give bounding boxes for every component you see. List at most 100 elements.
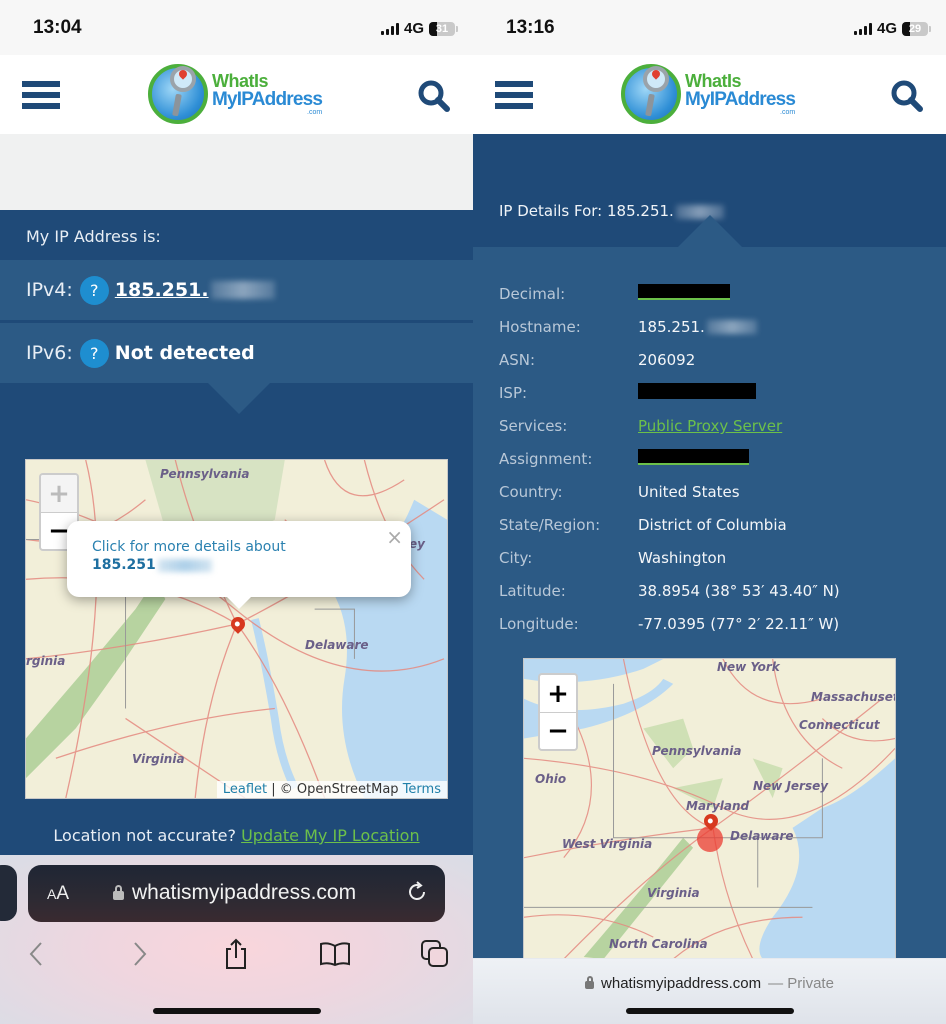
logo-text-myipaddress: MyIPAddress: [685, 89, 796, 110]
reload-button[interactable]: [405, 880, 429, 904]
lock-icon: [585, 976, 595, 989]
map-label-pennsylvania: Pennsylvania: [652, 744, 742, 758]
address-bar[interactable]: AA whatismyipaddress.com: [28, 865, 445, 922]
ip-panel-title: My IP Address is:: [26, 227, 161, 246]
site-logo[interactable]: WhatIs MyIPAddress .com: [621, 63, 801, 125]
zoom-in-button[interactable]: +: [540, 675, 576, 712]
detail-key: Services:: [499, 417, 568, 435]
ipv4-value-link[interactable]: 185.251.: [115, 279, 209, 301]
terms-link[interactable]: Terms: [403, 782, 441, 797]
map-label-maryland: Maryland: [686, 799, 750, 813]
detail-key: ASN:: [499, 351, 536, 369]
home-indicator: [153, 1008, 321, 1014]
private-label: — Private: [768, 975, 834, 992]
search-icon: [418, 80, 450, 112]
detail-key: State/Region:: [499, 516, 601, 534]
status-time: 13:04: [33, 17, 82, 38]
blurred-ip-segment: [706, 320, 757, 334]
redaction-box: [638, 383, 756, 399]
map-popup[interactable]: Click for more details about 185.251 ×: [67, 521, 411, 609]
popup-close-button[interactable]: ×: [386, 525, 403, 549]
detail-row: Hostname: 185.251.: [499, 316, 757, 338]
map-label-ohio: Ohio: [535, 772, 567, 786]
redaction-box: [638, 449, 749, 465]
location-map[interactable]: Pennsylvania rginia Delaware Virginia ey…: [25, 459, 448, 799]
detail-row: ASN: 206092: [499, 349, 695, 371]
logo-text-whatis: WhatIs: [685, 71, 742, 91]
detail-key: Assignment:: [499, 450, 593, 468]
battery-percent: 31: [435, 22, 449, 35]
back-button[interactable]: [20, 937, 54, 971]
map-label-new-jersey: New Jersey: [753, 779, 829, 793]
ipv4-label: IPv4:: [26, 279, 73, 301]
reader-aa-button[interactable]: AA: [47, 883, 69, 905]
detail-row: Country: United States: [499, 481, 740, 503]
menu-button[interactable]: [495, 81, 533, 109]
menu-button[interactable]: [22, 81, 60, 109]
search-button[interactable]: [417, 79, 451, 113]
detail-value: 38.8954 (38° 53′ 43.40″ N): [638, 582, 840, 600]
map-attribution: Leaflet | © OpenStreetMap Terms: [216, 781, 447, 798]
share-button[interactable]: [219, 937, 253, 971]
blurred-ip-segment: [157, 558, 212, 572]
popup-ip: 185.251: [92, 557, 156, 573]
detail-row: Decimal:: [499, 283, 730, 305]
detail-value[interactable]: Public Proxy Server: [638, 417, 782, 435]
battery-icon: 29: [902, 21, 931, 36]
detail-row: State/Region: District of Columbia: [499, 514, 787, 536]
zoom-out-button[interactable]: −: [540, 712, 576, 749]
redacted-value: [638, 383, 756, 403]
chevron-right-icon: [134, 942, 147, 966]
redacted-value: [638, 449, 749, 469]
book-icon: [320, 942, 350, 967]
ipv4-help-button[interactable]: ?: [79, 275, 109, 305]
detail-row: Longitude: -77.0395 (77° 2′ 22.11″ W): [499, 613, 839, 635]
location-map[interactable]: New York Massachusetts Connecticut Penns…: [523, 658, 896, 960]
map-label-new-jersey: ey: [409, 537, 425, 551]
site-logo[interactable]: WhatIs MyIPAddress .com: [148, 63, 328, 125]
site-header: WhatIs MyIPAddress .com: [473, 55, 946, 134]
share-icon: [226, 938, 246, 969]
map-label-pennsylvania: Pennsylvania: [160, 467, 250, 481]
tabs-button[interactable]: [418, 937, 452, 971]
search-icon: [891, 80, 923, 112]
reload-icon: [409, 881, 425, 900]
detail-key: ISP:: [499, 384, 528, 402]
detail-row: Assignment:: [499, 448, 749, 470]
ipv6-help-button[interactable]: ?: [79, 338, 109, 368]
forward-button[interactable]: [122, 937, 156, 971]
location-note: Location not accurate? Update My IP Loca…: [0, 826, 473, 845]
home-indicator: [626, 1008, 794, 1014]
leaflet-link[interactable]: Leaflet: [223, 782, 267, 797]
logo-text-com: .com: [307, 109, 323, 116]
safari-compact-bar[interactable]: whatismyipaddress.com — Private: [473, 958, 946, 1024]
previous-tab-peek[interactable]: [0, 865, 17, 921]
map-label-virginia: Virginia: [647, 886, 700, 900]
panel-pointer: [678, 215, 742, 247]
detail-key: Longitude:: [499, 615, 579, 633]
search-button[interactable]: [890, 79, 924, 113]
globe-logo-icon: [148, 64, 208, 124]
lock-icon: [113, 885, 124, 900]
detail-key: Latitude:: [499, 582, 566, 600]
right-screenshot: 13:16 4G 29 WhatIs MyIPAddress .com IP D…: [473, 0, 946, 1024]
detail-value: District of Columbia: [638, 516, 787, 534]
logo-text-whatis: WhatIs: [212, 71, 269, 91]
cellular-signal-icon: [380, 22, 399, 35]
url-text: whatismyipaddress.com: [601, 975, 762, 992]
detail-key: Country:: [499, 483, 563, 501]
logo-text-com: .com: [780, 109, 796, 116]
update-location-link[interactable]: Update My IP Location: [241, 826, 420, 845]
detail-row: City: Washington: [499, 547, 726, 569]
detail-row: Services: Public Proxy Server: [499, 415, 782, 437]
panel-pointer: [207, 382, 271, 414]
ipv6-row: IPv6: ? Not detected: [0, 323, 473, 383]
map-label-west-virginia: rginia: [26, 654, 66, 668]
detail-row: Latitude: 38.8954 (38° 53′ 43.40″ N): [499, 580, 840, 602]
ipv6-label: IPv6:: [26, 342, 73, 364]
zoom-in-button[interactable]: +: [41, 475, 77, 512]
detail-key: City:: [499, 549, 533, 567]
bookmarks-button[interactable]: [318, 937, 352, 971]
status-bar: 13:16 4G 29: [473, 0, 946, 55]
battery-percent: 29: [908, 22, 922, 35]
